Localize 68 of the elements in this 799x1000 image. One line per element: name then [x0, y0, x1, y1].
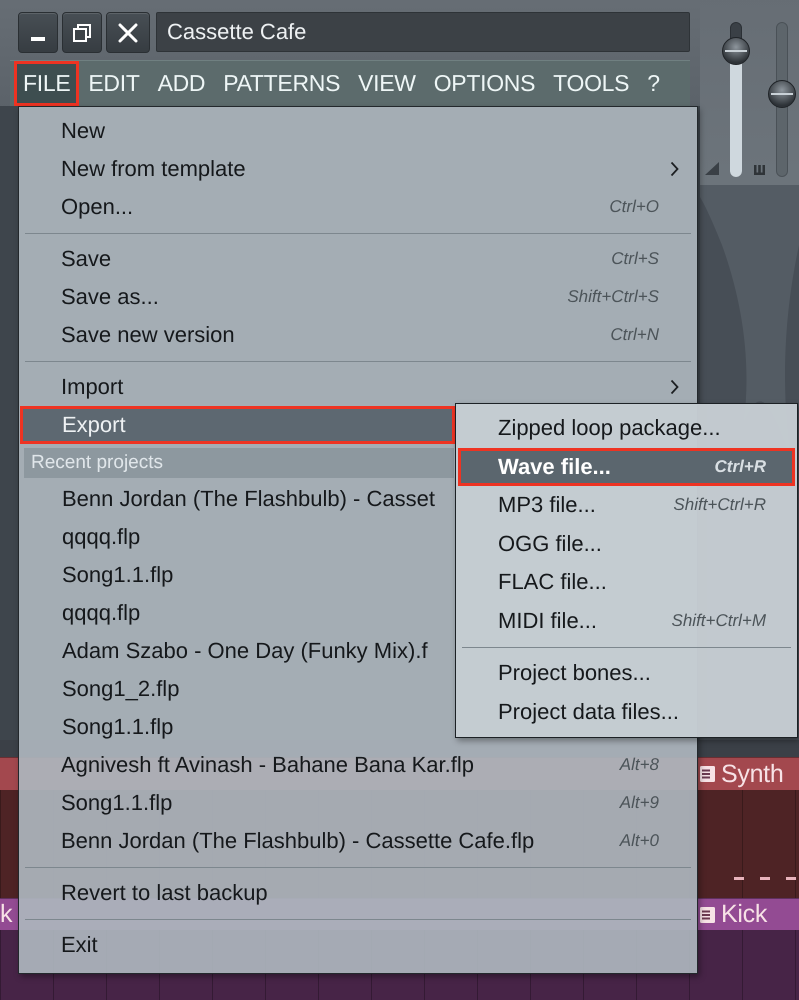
note-mark [734, 877, 744, 880]
menu-bar-item[interactable]: PATTERNS [214, 61, 350, 106]
pattern-clip-icon [700, 906, 715, 922]
menu-item[interactable]: Export [20, 406, 455, 444]
vertical-slider[interactable] [768, 22, 796, 177]
menu-bar-item[interactable]: TOOLS [544, 61, 638, 106]
menu-item[interactable]: Benn Jordan (The Flashbulb) - Casset [20, 480, 455, 518]
menu-item[interactable]: Song1.1.flp Alt+9 [19, 784, 697, 822]
menu-item[interactable]: Adam Szabo - One Day (Funky Mix).f [20, 632, 455, 670]
menu-item[interactable]: Save as... Shift+Ctrl+S [19, 278, 697, 316]
shortcut-label: Shift+Ctrl+M [672, 610, 766, 631]
clip-label: Kick [721, 900, 768, 929]
menu-bar-item[interactable]: ADD [148, 61, 214, 106]
close-button[interactable] [106, 12, 150, 53]
menu-item[interactable]: Exit [19, 926, 697, 964]
menu-bar-item[interactable]: FILE [14, 61, 80, 106]
shortcut-label: Ctrl+N [610, 325, 659, 345]
shortcut-label: Shift+Ctrl+R [673, 495, 766, 516]
shortcut-label: Alt+9 [620, 793, 659, 813]
minimize-icon [31, 36, 45, 40]
slider-knob[interactable] [768, 80, 796, 108]
shortcut-label: Shift+Ctrl+S [567, 287, 659, 307]
pattern-clip-icon [700, 766, 715, 782]
shortcut-label: Alt+8 [620, 755, 659, 775]
note-mark [786, 877, 796, 880]
triangle-icon [705, 162, 719, 175]
section-header: Recent projects [24, 448, 454, 478]
close-icon [118, 22, 138, 42]
menu-item[interactable]: Revert to last backup [19, 874, 697, 912]
menu-item[interactable]: Save new version Ctrl+N [19, 316, 697, 354]
comb-icon [754, 165, 764, 175]
menu-bar-item[interactable]: ? [638, 61, 669, 106]
menu-item[interactable]: Save Ctrl+S [19, 240, 697, 278]
vertical-slider[interactable] [722, 22, 750, 177]
menu-item[interactable]: qqqq.flp [20, 594, 455, 632]
shortcut-label: Ctrl+O [609, 197, 659, 217]
clip-label: k [0, 900, 12, 929]
menu-item[interactable]: New [19, 112, 697, 150]
menu-bar-item[interactable]: EDIT [79, 61, 149, 106]
menu-bar-item[interactable]: VIEW [349, 61, 425, 106]
menu-item[interactable]: Project data files... [458, 692, 795, 731]
menu-item[interactable]: OGG file... [458, 524, 795, 563]
menu-item[interactable]: Song1.1.flp [20, 556, 455, 594]
menu-item[interactable]: Song1_2.flp [20, 670, 455, 708]
menu-item[interactable]: New from template [19, 150, 697, 188]
shortcut-label: Ctrl+R [714, 456, 766, 477]
menu-item[interactable]: Wave file... Ctrl+R [458, 448, 795, 486]
project-title-field[interactable]: Cassette Cafe [156, 12, 690, 52]
menu-item[interactable]: Benn Jordan (The Flashbulb) - Cassette Cafe.flp Alt+0 [19, 822, 697, 860]
menu-item[interactable]: FLAC file... [458, 563, 795, 602]
menu-item[interactable]: MP3 file... Shift+Ctrl+R [458, 486, 795, 524]
minimize-button[interactable] [18, 12, 58, 53]
restore-icon [73, 24, 91, 42]
shortcut-label: Alt+0 [620, 831, 659, 851]
menu-item[interactable]: qqqq.flp [20, 518, 455, 556]
menu-item[interactable]: Zipped loop package... [458, 409, 795, 448]
restore-button[interactable] [62, 12, 102, 53]
menu-item[interactable]: Song1.1.flp [20, 708, 455, 746]
menu-item[interactable]: Project bones... [458, 654, 795, 692]
shortcut-label: Ctrl+S [611, 249, 659, 269]
note-mark [760, 877, 770, 880]
slider-knob[interactable] [722, 37, 750, 66]
menu-bar-item[interactable]: OPTIONS [424, 61, 544, 106]
menu-item[interactable]: Import [19, 368, 697, 406]
clip-label: Synth [721, 760, 784, 788]
menu-item[interactable]: Agnivesh ft Avinash - Bahane Bana Kar.flp Alt+8 [19, 746, 697, 784]
menu-item[interactable]: Open... Ctrl+O [19, 188, 697, 226]
menu-item[interactable]: MIDI file... Shift+Ctrl+M [458, 602, 795, 640]
